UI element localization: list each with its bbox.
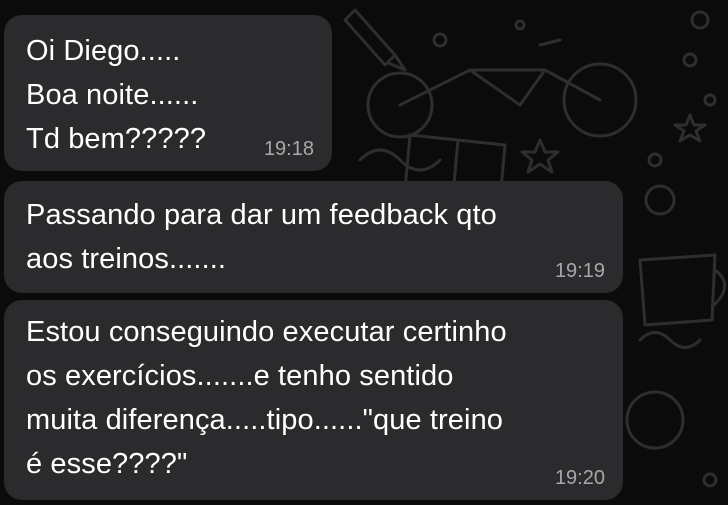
message-bubble[interactable]: Passando para dar um feedback qto aos tr… (4, 181, 623, 293)
message-text: Passando para dar um feedback qto aos tr… (26, 199, 497, 275)
message-timestamp: 19:20 (554, 467, 605, 489)
message-bubble[interactable]: Oi Diego..... Boa noite...... Td bem????… (4, 15, 332, 171)
message-list: Oi Diego..... Boa noite...... Td bem????… (0, 0, 728, 505)
message-timestamp: 19:18 (263, 138, 314, 160)
message-bubble[interactable]: Estou conseguindo executar certinho os e… (4, 300, 623, 500)
message-text: Estou conseguindo executar certinho os e… (26, 316, 507, 480)
message-timestamp: 19:19 (554, 260, 605, 282)
